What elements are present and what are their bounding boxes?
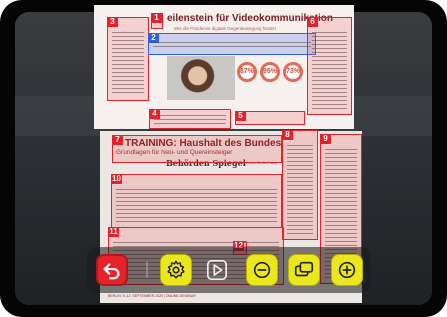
region-number: 3 xyxy=(107,17,118,27)
article-photo xyxy=(167,56,235,100)
region-number: 10 xyxy=(111,174,122,184)
region-1[interactable]: 1 xyxy=(151,13,163,29)
reader-toolbar xyxy=(87,247,371,293)
fit-screen-icon xyxy=(294,261,314,277)
region-7[interactable]: 7 xyxy=(112,135,282,163)
stat-circle: 73% xyxy=(283,62,303,82)
play-button[interactable] xyxy=(201,254,233,286)
region-4[interactable]: 4 xyxy=(149,109,231,129)
region-3[interactable]: 3 xyxy=(107,17,149,101)
zoom-out-button[interactable] xyxy=(246,254,278,286)
settings-icon xyxy=(167,260,185,279)
region-6[interactable]: 6 xyxy=(307,17,352,115)
region-5[interactable]: 5 xyxy=(235,111,305,125)
zoom-in-button[interactable] xyxy=(331,254,363,286)
zoom-in-icon xyxy=(338,261,356,279)
region-number: 5 xyxy=(235,111,246,121)
article-top-subtitle: Wie die Pandemie digitale Gegenbewegung … xyxy=(174,26,276,31)
toolbar-divider xyxy=(146,262,148,278)
stat-circle: 95% xyxy=(260,62,280,82)
statistic-graphics: 87% 95% 73% xyxy=(237,62,303,82)
region-8[interactable]: 8 xyxy=(282,130,318,240)
region-number: 7 xyxy=(112,135,123,145)
region-number: 8 xyxy=(282,130,293,140)
article-bottom-line: BERLIN: 9.-12. SEPTEMBER 2025 | ONLINE-S… xyxy=(108,294,196,298)
back-arrow-icon xyxy=(103,263,120,280)
settings-button[interactable] xyxy=(160,254,192,286)
back-button[interactable] xyxy=(96,254,128,286)
zoom-out-icon xyxy=(253,261,271,279)
region-2[interactable]: 2 xyxy=(148,33,316,55)
play-icon xyxy=(207,260,227,280)
tablet-frame: eilenstein für Videokommunikation Wie di… xyxy=(0,0,447,317)
stat-circle: 87% xyxy=(237,62,257,82)
region-number: 11 xyxy=(108,227,119,237)
region-10[interactable]: 10 xyxy=(111,174,282,228)
region-number: 6 xyxy=(307,17,318,27)
region-number: 9 xyxy=(320,134,331,144)
region-number: 1 xyxy=(151,13,162,23)
fit-screen-button[interactable] xyxy=(288,254,320,286)
